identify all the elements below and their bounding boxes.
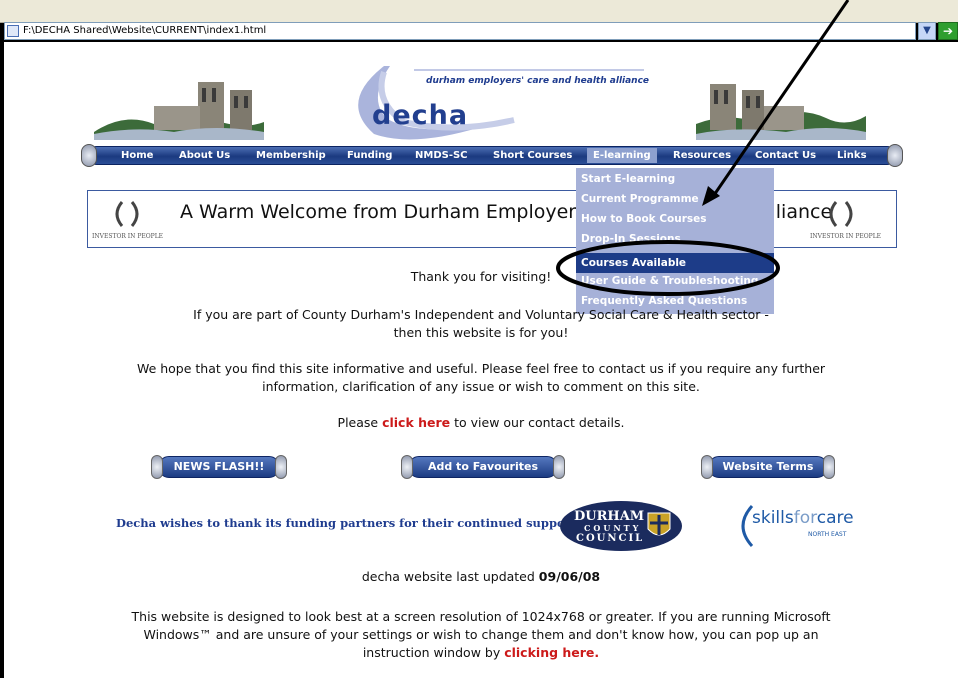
go-arrow-icon[interactable]: ➔ — [938, 22, 958, 40]
sfc-wordmark: skillsforcare — [752, 508, 854, 528]
iip-label-left: INVESTOR IN PEOPLE — [92, 233, 164, 240]
page-icon — [7, 25, 19, 37]
instruction-window-link[interactable]: clicking here. — [504, 645, 599, 660]
nav-resources[interactable]: Resources — [673, 148, 731, 163]
sfc-word-skills: skills — [752, 508, 794, 528]
res-prefix: instruction window by — [362, 645, 505, 660]
sector-line-2: then this website is for you! — [393, 325, 569, 340]
web-page: durham employers' care and health allian… — [4, 42, 958, 678]
resolution-line-2: Windows™ and are unsure of your settings… — [143, 627, 819, 642]
contact-prefix: Please — [337, 415, 383, 430]
nav-nmds-sc[interactable]: NMDS-SC — [415, 148, 468, 163]
nav-endcap-left — [81, 144, 97, 167]
sector-line-1: If you are part of County Durham's Indep… — [193, 307, 769, 322]
menu-item-how-to-book[interactable]: How to Book Courses — [581, 213, 707, 225]
dcc-line-3: COUNCIL — [576, 533, 645, 544]
nav-short-courses[interactable]: Short Courses — [493, 148, 572, 163]
sfc-subtitle: NORTH EAST — [808, 531, 847, 538]
welcome-banner: INVESTOR IN PEOPLE A Warm Welcome from D… — [87, 190, 897, 248]
sfc-word-for: for — [793, 508, 817, 528]
updated-prefix: decha website last updated — [361, 569, 539, 584]
partners-thanks: Decha wishes to thank its funding partne… — [116, 516, 577, 530]
hope-line-1: We hope that you find this site informat… — [136, 361, 826, 376]
sfc-word-care: care — [816, 508, 854, 528]
cathedral-image-right — [696, 84, 866, 140]
e-learning-dropdown: Start E-learning Current Programme How t… — [576, 168, 774, 314]
address-text: F:\DECHA Shared\Website\CURRENT\index1.h… — [23, 25, 267, 36]
add-to-favourites-button[interactable]: Add to Favourites — [401, 455, 565, 479]
menu-item-start-e-learning[interactable]: Start E-learning — [581, 173, 675, 185]
contact-suffix: to view our contact details. — [450, 415, 625, 430]
address-bar[interactable]: F:\DECHA Shared\Website\CURRENT\index1.h… — [4, 22, 916, 40]
nav-contact-us[interactable]: Contact Us — [755, 148, 816, 163]
nav-membership[interactable]: Membership — [256, 148, 326, 163]
skills-for-care-logo[interactable]: skillsforcare NORTH EAST — [736, 504, 866, 548]
dcc-crest-icon — [647, 512, 671, 536]
news-flash-button[interactable]: NEWS FLASH!! — [151, 455, 287, 479]
contact-line: Please click here to view our contact de… — [4, 414, 958, 432]
dcc-line-2: COUNTY — [584, 523, 642, 533]
updated-date: 09/06/08 — [538, 569, 601, 584]
menu-item-drop-in-sessions[interactable]: Drop-In Sessions — [581, 233, 681, 245]
nav-about-us[interactable]: About Us — [179, 148, 230, 163]
last-updated-line: decha website last updated 09/06/08 — [4, 568, 958, 586]
iip-label-right: INVESTOR IN PEOPLE — [810, 233, 882, 240]
resolution-line-3: instruction window by clicking here. — [4, 644, 958, 662]
website-terms-button[interactable]: Website Terms — [701, 455, 835, 479]
browser-toolbar — [0, 0, 958, 23]
nav-e-learning[interactable]: E-learning — [587, 148, 657, 163]
hope-line-2: information, clarification of any issue … — [262, 379, 700, 394]
address-dropdown-button[interactable]: ▼ — [918, 22, 936, 40]
nav-links[interactable]: Links — [837, 148, 867, 163]
dcc-line-1: DURHAM — [574, 509, 645, 524]
decha-logo[interactable]: durham employers' care and health allian… — [344, 62, 656, 142]
laurel-icon — [115, 201, 139, 227]
menu-item-current-programme[interactable]: Current Programme — [581, 193, 699, 205]
logo-wordmark: decha — [372, 100, 469, 131]
durham-county-council-logo[interactable]: DURHAM COUNTY COUNCIL — [560, 501, 682, 551]
contact-link[interactable]: click here — [382, 415, 450, 430]
resolution-line-1: This website is designed to look best at… — [131, 609, 831, 624]
thanks-text: Thank you for visiting! — [410, 269, 552, 284]
cathedral-image-left — [94, 82, 264, 140]
main-nav: Home About Us Membership Funding NMDS-SC… — [81, 144, 903, 167]
nav-funding[interactable]: Funding — [347, 148, 392, 163]
nav-home[interactable]: Home — [121, 148, 153, 163]
laurel-icon — [829, 201, 853, 227]
logo-tagline: durham employers' care and health allian… — [426, 76, 650, 86]
nav-endcap-right — [887, 144, 903, 167]
